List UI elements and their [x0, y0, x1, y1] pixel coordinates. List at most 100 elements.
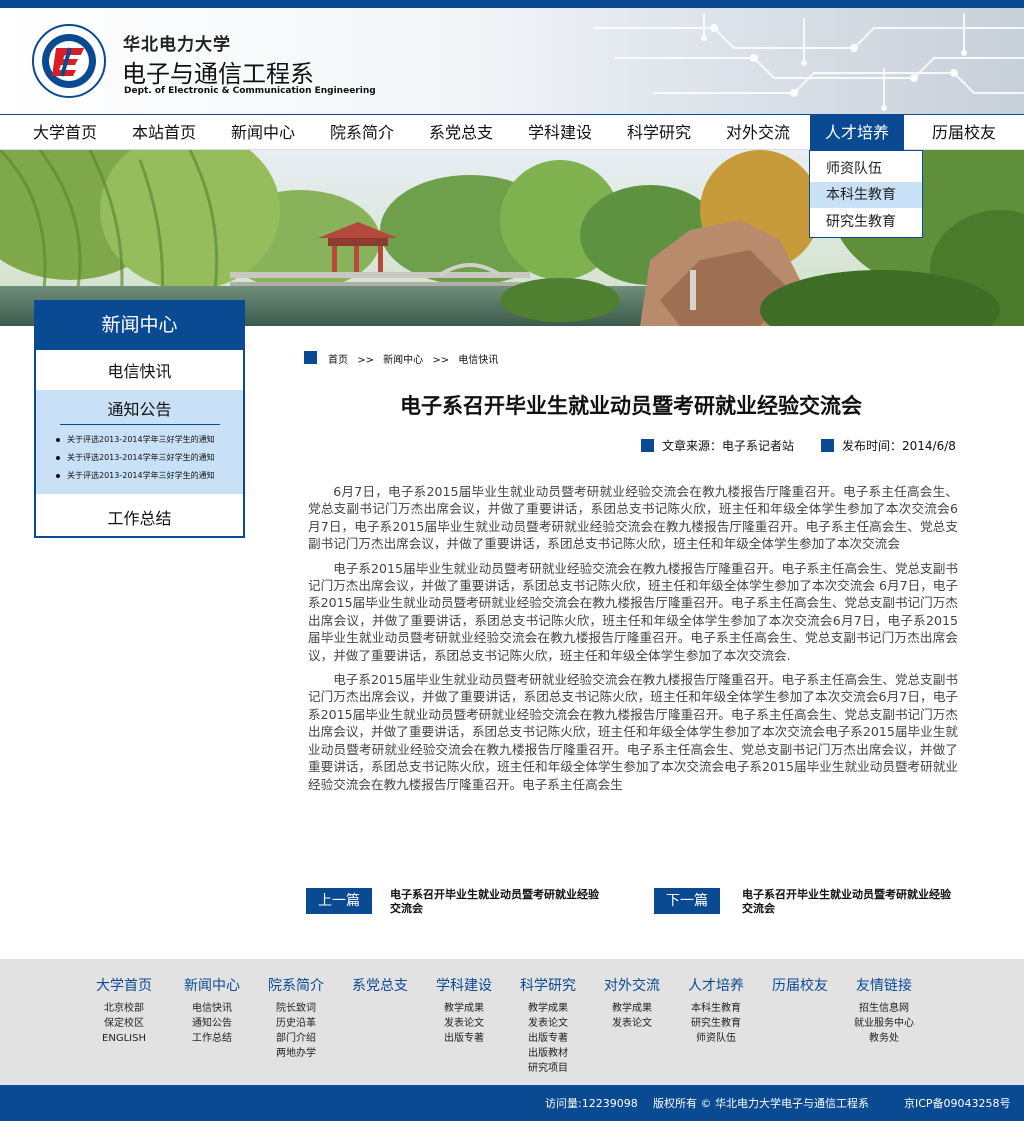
footer-link[interactable]: 保定校区 [82, 1016, 166, 1031]
footer-col-title[interactable]: 院系简介 [254, 975, 338, 997]
nav-item-site-home[interactable]: 本站首页 [115, 115, 213, 150]
sidebar-sub-item[interactable]: 关于评选2013-2014学年三好学生的通知 [56, 434, 236, 445]
footer-link[interactable]: 两地办学 [254, 1046, 338, 1061]
breadcrumb-current[interactable]: 电信快讯 [458, 355, 498, 366]
footer-col-title[interactable]: 对外交流 [590, 975, 674, 997]
footer-col-talent: 人才培养 本科生教育 研究生教育 师资队伍 [674, 975, 758, 1046]
department-title: 电子与通信工程系 [122, 60, 314, 88]
footer-link[interactable]: 出版教材 [506, 1046, 590, 1061]
footer-col-title[interactable]: 大学首页 [82, 975, 166, 997]
article-date: 发布时间：2014/6/8 [842, 439, 956, 453]
sidebar-divider [60, 424, 220, 425]
footer-col-discipline: 学科建设 教学成果 发表论文 出版专著 [422, 975, 506, 1046]
footer-link[interactable]: 院长致词 [254, 1001, 338, 1016]
footer-link[interactable]: 教学成果 [422, 1001, 506, 1016]
nav-item-exchange[interactable]: 对外交流 [709, 115, 807, 150]
nav-item-research[interactable]: 科学研究 [610, 115, 708, 150]
sidebar-item-work-summary[interactable]: 工作总结 [36, 505, 243, 529]
top-stripe [0, 0, 1024, 8]
nav-item-discipline[interactable]: 学科建设 [511, 115, 609, 150]
nav-item-news[interactable]: 新闻中心 [214, 115, 312, 150]
dropdown-item-faculty[interactable]: 师资队伍 [810, 156, 922, 182]
footer-link[interactable]: 招生信息网 [842, 1001, 926, 1016]
nav-item-party[interactable]: 系党总支 [412, 115, 510, 150]
copyright-text: 版权所有 © 华北电力大学电子与通信工程系 [653, 1097, 869, 1110]
footer-link[interactable]: 教学成果 [506, 1001, 590, 1016]
icp-number[interactable]: 京ICP备09043258号 [904, 1085, 1011, 1121]
square-bullet-icon [641, 439, 654, 452]
footer-link[interactable]: 历史沿革 [254, 1016, 338, 1031]
sidebar: 新闻中心 电信快讯 通知公告 关于评选2013-2014学年三好学生的通知 关于… [34, 300, 245, 538]
visit-counter: 访问量:12239098 [545, 1097, 638, 1110]
nav-item-about[interactable]: 院系简介 [313, 115, 411, 150]
article-paragraph: 电子系2015届毕业生就业动员暨考研就业经验交流会在教九楼报告厅隆重召开。电子系… [308, 672, 958, 792]
footer-link[interactable]: 本科生教育 [674, 1001, 758, 1016]
footer-col-title[interactable]: 友情链接 [842, 975, 926, 997]
footer-link[interactable]: 研究生教育 [674, 1016, 758, 1031]
footer-link[interactable]: 出版专著 [506, 1031, 590, 1046]
breadcrumb-home[interactable]: 首页 [328, 355, 348, 366]
footer-col-title[interactable]: 系党总支 [338, 975, 422, 997]
article-body: 6月7日，电子系2015届毕业生就业动员暨考研就业经验交流会在教九楼报告厅隆重召… [308, 483, 958, 800]
circuit-decoration [594, 13, 1024, 111]
footer-col-title[interactable]: 学科建设 [422, 975, 506, 997]
footer-link[interactable]: 发表论文 [506, 1016, 590, 1031]
nav-item-university-home[interactable]: 大学首页 [16, 115, 114, 150]
footer-col-title[interactable]: 历届校友 [758, 975, 842, 997]
footer-links: 大学首页 北京校部 保定校区 ENGLISH 新闻中心 电信快讯 通知公告 工作… [0, 959, 1024, 1085]
prev-article-link[interactable]: 电子系召开毕业生就业动员暨考研就业经验交流会 [390, 888, 600, 916]
next-article-button[interactable]: 下一篇 [654, 888, 720, 914]
university-name: 华北电力大学 [123, 35, 231, 55]
footer-link[interactable]: 研究项目 [506, 1061, 590, 1076]
dropdown-item-undergraduate[interactable]: 本科生教育 [810, 182, 922, 208]
breadcrumb-separator: >> [432, 355, 450, 366]
footer-link[interactable]: 北京校部 [82, 1001, 166, 1016]
sidebar-item-notices[interactable]: 通知公告 [36, 396, 243, 420]
footer-link[interactable]: 部门介绍 [254, 1031, 338, 1046]
sidebar-item-notices-active: 通知公告 关于评选2013-2014学年三好学生的通知 关于评选2013-201… [36, 390, 243, 494]
nav-item-talent[interactable]: 人才培养 [810, 115, 904, 150]
footer-link[interactable]: 就业服务中心 [842, 1016, 926, 1031]
footer-col-party: 系党总支 [338, 975, 422, 997]
sidebar-title: 新闻中心 [34, 300, 245, 350]
article-paragraph: 6月7日，电子系2015届毕业生就业动员暨考研就业经验交流会在教九楼报告厅隆重召… [308, 484, 958, 552]
breadcrumb-separator: >> [357, 355, 374, 366]
footer-link[interactable]: 发表论文 [590, 1016, 674, 1031]
main-nav: 大学首页 本站首页 新闻中心 院系简介 系党总支 学科建设 科学研究 对外交流 … [0, 114, 1024, 150]
dropdown-item-graduate[interactable]: 研究生教育 [810, 209, 922, 235]
article-title: 电子系召开毕业生就业动员暨考研就业经验交流会 [400, 394, 862, 418]
footer-col-title[interactable]: 科学研究 [506, 975, 590, 997]
footer-col-university: 大学首页 北京校部 保定校区 ENGLISH [82, 975, 166, 1046]
prev-article-button[interactable]: 上一篇 [306, 888, 372, 914]
footer-link[interactable]: 发表论文 [422, 1016, 506, 1031]
next-article-link[interactable]: 电子系召开毕业生就业动员暨考研就业经验交流会 [742, 888, 952, 916]
footer-link[interactable]: 工作总结 [170, 1031, 254, 1046]
footer-link[interactable]: 教务处 [842, 1031, 926, 1046]
footer-col-alumni: 历届校友 [758, 975, 842, 997]
footer-col-title[interactable]: 人才培养 [674, 975, 758, 997]
footer-col-research: 科学研究 教学成果 发表论文 出版专著 出版教材 研究项目 [506, 975, 590, 1076]
article-paragraph: 电子系2015届毕业生就业动员暨考研就业经验交流会在教九楼报告厅隆重召开。电子系… [308, 560, 958, 663]
footer-link[interactable]: ENGLISH [82, 1031, 166, 1046]
sidebar-sub-item[interactable]: 关于评选2013-2014学年三好学生的通知 [56, 470, 236, 481]
copyright-bar: 访问量:12239098 版权所有 © 华北电力大学电子与通信工程系 京ICP备… [0, 1085, 1024, 1121]
university-logo[interactable] [32, 24, 106, 98]
sidebar-sub-item[interactable]: 关于评选2013-2014学年三好学生的通知 [56, 452, 236, 463]
article-source: 文章来源：电子系记者站 [662, 439, 795, 453]
footer-link[interactable]: 师资队伍 [674, 1031, 758, 1046]
footer-col-title[interactable]: 新闻中心 [170, 975, 254, 997]
square-bullet-icon [821, 439, 834, 452]
footer-link[interactable]: 出版专著 [422, 1031, 506, 1046]
footer-link[interactable]: 电信快讯 [170, 1001, 254, 1016]
site-header: 华北电力大学 电子与通信工程系 Dept. of Electronic & Co… [0, 8, 1024, 114]
breadcrumb-section[interactable]: 新闻中心 [383, 355, 423, 366]
footer-col-about: 院系简介 院长致词 历史沿革 部门介绍 两地办学 [254, 975, 338, 1061]
nav-item-alumni[interactable]: 历届校友 [915, 115, 1013, 150]
square-bullet-icon [304, 351, 317, 364]
sidebar-item-telecom-news[interactable]: 电信快讯 [36, 358, 243, 382]
footer-link[interactable]: 通知公告 [170, 1016, 254, 1031]
talent-dropdown-menu: 师资队伍 本科生教育 研究生教育 [809, 150, 923, 238]
footer-col-exchange: 对外交流 教学成果 发表论文 [590, 975, 674, 1031]
footer-link[interactable]: 教学成果 [590, 1001, 674, 1016]
footer-col-news: 新闻中心 电信快讯 通知公告 工作总结 [170, 975, 254, 1046]
